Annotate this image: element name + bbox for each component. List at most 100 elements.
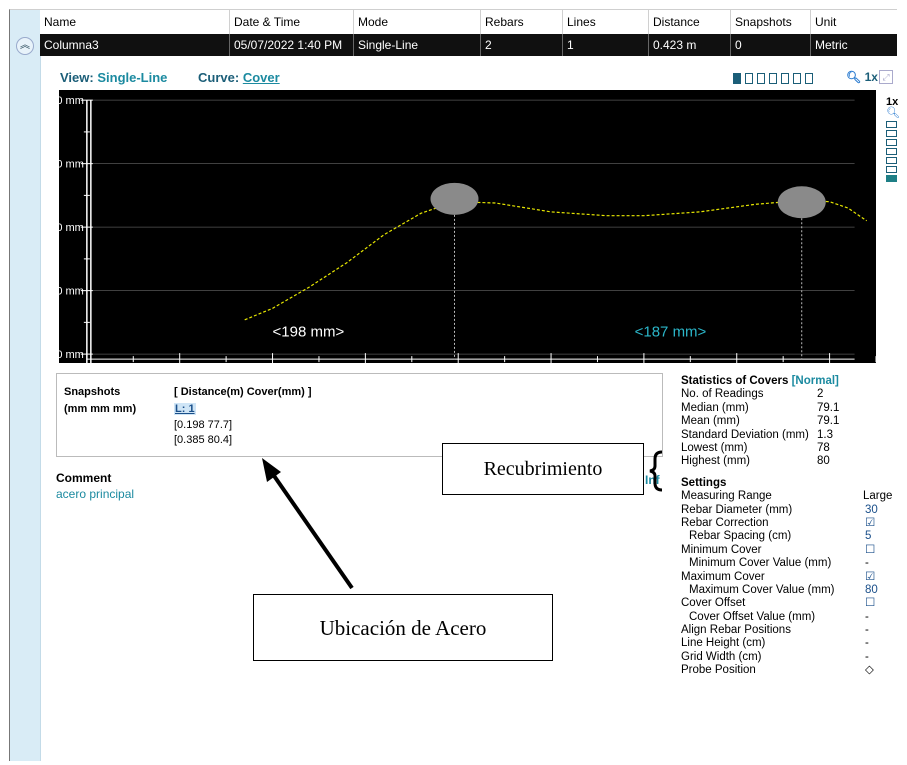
- comment-value[interactable]: acero principal: [56, 487, 134, 501]
- cell-distance: 0.423 m: [648, 34, 735, 56]
- vzoom-level-5[interactable]: [886, 157, 897, 164]
- setting-key: Grid Width (cm): [681, 650, 762, 663]
- vzoom-level-3[interactable]: [886, 139, 897, 146]
- line-link[interactable]: L: 1: [174, 403, 196, 415]
- setting-key: Minimum Cover: [681, 543, 762, 556]
- setting-value: -: [865, 624, 869, 637]
- cell-rebars: 2: [480, 34, 567, 56]
- curve-link[interactable]: Cover: [243, 70, 280, 85]
- setting-row: Grid Width (cm) -: [681, 651, 901, 664]
- snapshots-units: (mm mm mm): [64, 403, 137, 415]
- setting-row: Rebar Correction ☑: [681, 517, 901, 530]
- stat-value: 79.1: [817, 401, 840, 414]
- vzoom-level-2[interactable]: [886, 130, 897, 137]
- info-link[interactable]: Inf: [645, 473, 660, 487]
- cover-annotation: Recubrimiento: [442, 443, 644, 495]
- col-distance[interactable]: Distance: [648, 10, 735, 34]
- spacing-label: <187 mm>: [635, 323, 707, 340]
- stat-value: 1.3: [817, 428, 833, 441]
- stat-key: Lowest (mm): [681, 441, 748, 454]
- vzoom-level-7[interactable]: [886, 175, 897, 182]
- stat-key: Highest (mm): [681, 455, 751, 468]
- vzoom-level-1[interactable]: [886, 121, 897, 128]
- setting-value[interactable]: 80: [865, 584, 878, 597]
- setting-row: Measuring Range Large: [681, 490, 901, 503]
- zoom-level-3[interactable]: [757, 72, 765, 84]
- setting-value[interactable]: 5: [865, 530, 871, 543]
- y-tick-label: 200 mm: [59, 349, 84, 361]
- setting-value[interactable]: ☑: [865, 571, 875, 584]
- setting-value[interactable]: ☐: [865, 544, 875, 557]
- zoom-indicator[interactable]: 🔍︎ 1x: [846, 70, 878, 84]
- stat-row: Mean (mm) 79.1: [681, 415, 901, 428]
- col-unit[interactable]: Unit: [810, 10, 898, 34]
- y-tick-label: 50 mm: [59, 159, 84, 171]
- setting-key: Minimum Cover Value (mm): [689, 557, 832, 570]
- zoom-level-1[interactable]: [733, 72, 741, 84]
- setting-row: Minimum Cover Value (mm) -: [681, 557, 901, 570]
- setting-value: -: [865, 650, 869, 663]
- vertical-magnifier-icon[interactable]: 🔍︎: [886, 108, 902, 119]
- setting-key: Rebar Diameter (mm): [681, 503, 793, 516]
- stat-value: 78: [817, 441, 830, 454]
- setting-value[interactable]: 30: [865, 504, 878, 517]
- setting-value: -: [865, 610, 869, 623]
- setting-value[interactable]: ☐: [865, 597, 875, 610]
- setting-key: Probe Position: [681, 664, 756, 677]
- view-value: Single-Line: [97, 70, 168, 85]
- cell-unit: Metric: [810, 34, 898, 56]
- zoom-level-7[interactable]: [805, 72, 813, 84]
- zoom-level-selector[interactable]: [733, 71, 813, 85]
- cell-name: Columna3: [44, 38, 99, 52]
- col-mode[interactable]: Mode: [353, 10, 485, 34]
- stats-title: Statistics of Covers [Normal]: [681, 375, 901, 388]
- view-label: View: Single-Line: [60, 70, 167, 85]
- setting-key: Align Rebar Positions: [681, 624, 791, 637]
- setting-key: Rebar Correction: [681, 516, 769, 529]
- stats-mode[interactable]: [Normal]: [792, 375, 839, 387]
- zoom-text: 1x: [864, 70, 878, 84]
- setting-row: Cover Offset Value (mm) -: [681, 611, 901, 624]
- stat-row: Lowest (mm) 78: [681, 442, 901, 455]
- rebar-mark: [430, 182, 479, 215]
- setting-value: -: [865, 557, 869, 570]
- vzoom-level-4[interactable]: [886, 148, 897, 155]
- col-snapshots[interactable]: Snapshots: [730, 10, 815, 34]
- stat-value: 79.1: [817, 415, 840, 428]
- setting-row: Rebar Diameter (mm) 30: [681, 504, 901, 517]
- vzoom-level-6[interactable]: [886, 166, 897, 173]
- setting-key: Measuring Range: [681, 490, 772, 503]
- setting-row: Cover Offset ☐: [681, 597, 901, 610]
- stats-panel: Statistics of Covers [Normal] No. of Rea…: [681, 375, 901, 678]
- curve-label: Curve: Cover: [198, 70, 280, 85]
- snapshot-row: [0.198 77.7]: [174, 419, 233, 431]
- col-lines[interactable]: Lines: [562, 10, 653, 34]
- col-rebars[interactable]: Rebars: [480, 10, 567, 34]
- setting-row: Probe Position ◇: [681, 664, 901, 677]
- stat-key: No. of Readings: [681, 388, 764, 401]
- cell-date: 05/07/2022 1:40 PM: [229, 34, 358, 56]
- table-row[interactable]: Columna3 05/07/2022 1:40 PM Single-Line …: [40, 34, 897, 56]
- zoom-level-2[interactable]: [745, 72, 753, 84]
- snapshots-header: [ Distance(m) Cover(mm) ]: [174, 386, 312, 398]
- stat-row: No. of Readings 2: [681, 388, 901, 401]
- zoom-level-6[interactable]: [793, 72, 801, 84]
- rebar-mark: [777, 186, 826, 219]
- vertical-zoom-selector[interactable]: 1x 🔍︎: [886, 96, 902, 184]
- view-label-text: View:: [60, 70, 94, 85]
- setting-value[interactable]: ☑: [865, 517, 875, 530]
- stat-key: Mean (mm): [681, 415, 740, 428]
- fullscreen-icon[interactable]: ⤢: [879, 70, 893, 84]
- cover-curve: [244, 199, 868, 321]
- col-name[interactable]: Name: [40, 10, 233, 34]
- steel-annotation: Ubicación de Acero: [253, 594, 553, 661]
- setting-key: Cover Offset: [681, 597, 746, 610]
- col-date[interactable]: Date & Time: [229, 10, 358, 34]
- zoom-level-5[interactable]: [781, 72, 789, 84]
- stat-value: 80: [817, 455, 830, 468]
- collapse-icon[interactable]: ︽: [16, 37, 34, 55]
- zoom-level-4[interactable]: [769, 72, 777, 84]
- cell-snapshots: 0: [730, 34, 815, 56]
- setting-key: Maximum Cover: [681, 570, 765, 583]
- setting-row: Maximum Cover Value (mm) 80: [681, 584, 901, 597]
